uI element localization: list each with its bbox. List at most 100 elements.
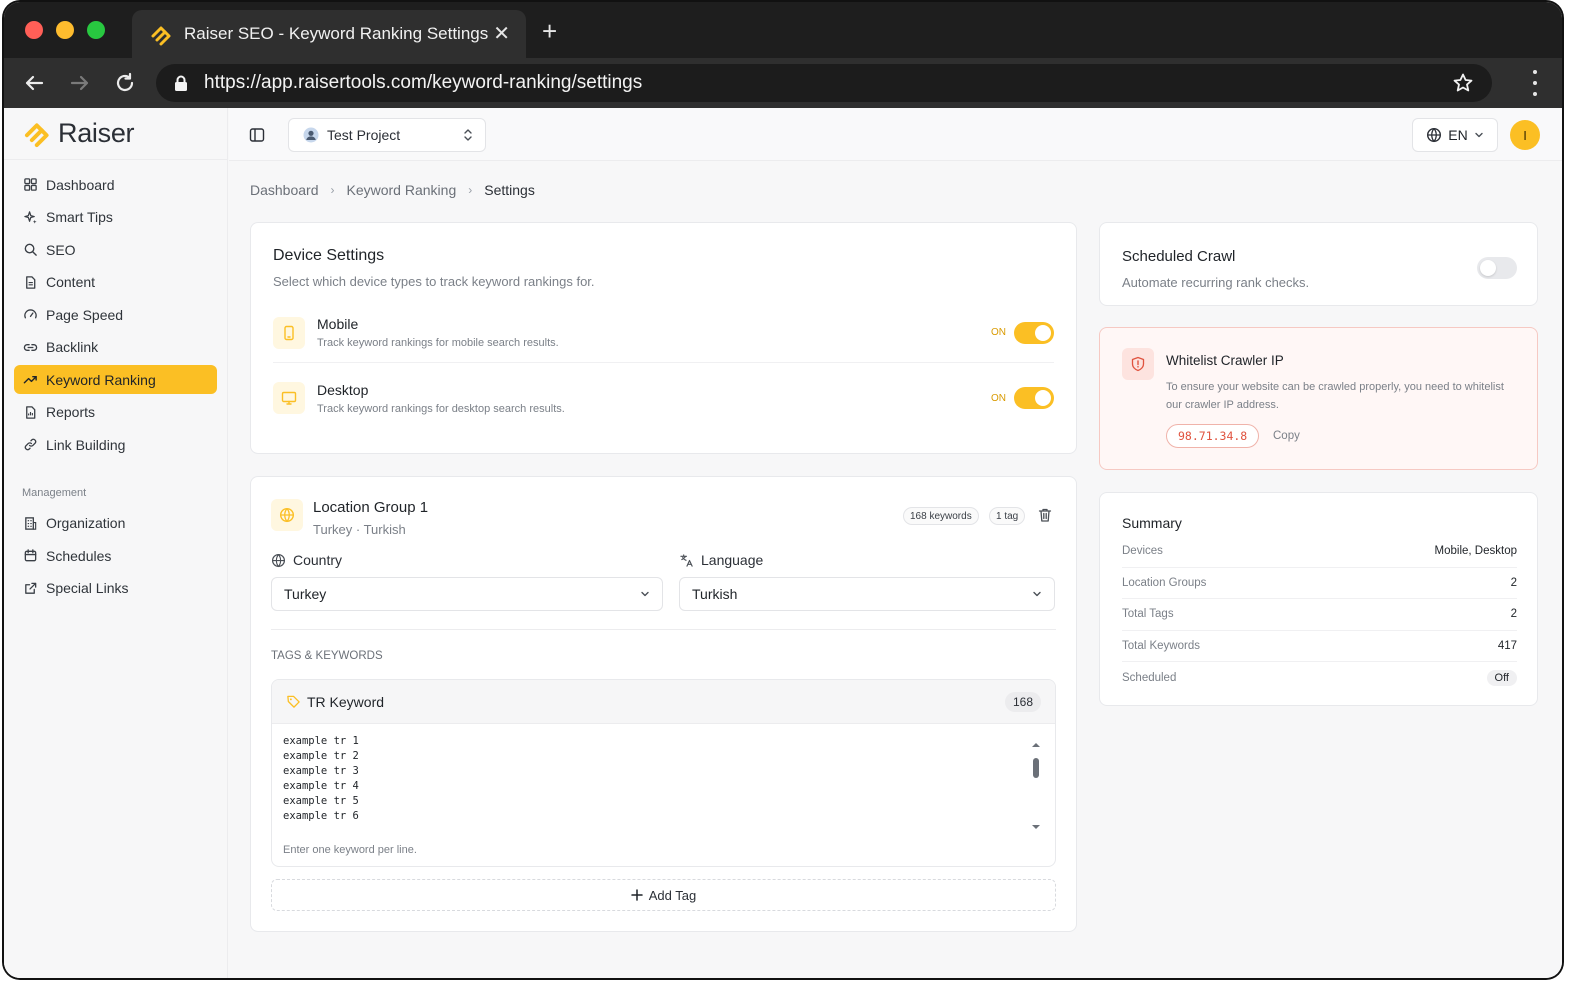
scheduled-crawl-toggle[interactable] xyxy=(1477,257,1517,279)
sidebar-item-label: Reports xyxy=(46,404,96,420)
device-settings-title: Device Settings xyxy=(273,247,385,264)
summary-row-location-groups: Location Groups 2 xyxy=(1122,568,1517,599)
sidebar-item-organization[interactable]: Organization xyxy=(14,509,217,538)
browser-menu-icon[interactable] xyxy=(1530,70,1540,96)
sidebar-item-link-building[interactable]: Link Building xyxy=(14,430,217,459)
breadcrumb-keyword-ranking[interactable]: Keyword Ranking xyxy=(347,182,457,198)
sidebar-section-management: Management xyxy=(22,486,87,499)
browser-window: Raiser SEO - Keyword Ranking Settings ✕ … xyxy=(4,2,1562,978)
maximize-window-button[interactable] xyxy=(87,21,105,39)
location-group-title: Location Group 1 xyxy=(313,499,429,516)
sidebar-item-keyword-ranking[interactable]: Keyword Ranking xyxy=(14,365,217,394)
summary-row-devices: Devices Mobile, Desktop xyxy=(1122,536,1517,568)
sidebar-item-label: Schedules xyxy=(46,547,112,564)
sidebar-item-dashboard[interactable]: Dashboard xyxy=(14,170,217,199)
breadcrumb-dashboard[interactable]: Dashboard xyxy=(250,182,319,198)
scheduled-crawl-subtitle: Automate recurring rank checks. xyxy=(1122,275,1310,290)
mobile-toggle[interactable] xyxy=(1014,321,1054,344)
new-tab-button[interactable]: + xyxy=(542,18,557,44)
device-row-mobile: Mobile Track keyword rankings for mobile… xyxy=(273,303,1054,363)
project-selector[interactable]: Test Project xyxy=(288,118,486,152)
sidebar-item-label: Content xyxy=(46,274,96,290)
url-text: https://app.raisertools.com/keyword-rank… xyxy=(204,72,643,93)
sidebar-item-smart-tips[interactable]: Smart Tips xyxy=(14,203,217,232)
country-select[interactable]: Turkey xyxy=(271,577,663,611)
browser-toolbar: https://app.raisertools.com/keyword-rank… xyxy=(4,58,1562,108)
address-bar[interactable]: https://app.raisertools.com/keyword-rank… xyxy=(156,64,1492,102)
location-group-subtitle: Turkey · Turkish xyxy=(313,522,406,537)
chain-icon xyxy=(24,438,37,451)
summary-card: Summary Devices Mobile, Desktop Location… xyxy=(1099,492,1538,706)
desktop-toggle[interactable] xyxy=(1014,387,1054,409)
browser-tab[interactable]: Raiser SEO - Keyword Ranking Settings ✕ xyxy=(132,10,526,58)
location-group-card: Location Group 1 Turkey · Turkish 168 ke… xyxy=(250,476,1077,932)
tag-header: TR Keyword 168 xyxy=(272,680,1055,724)
project-avatar-icon xyxy=(303,127,319,143)
language-select[interactable]: Turkish xyxy=(679,577,1055,611)
arrow-right-icon xyxy=(70,75,89,91)
toggle-state-label: ON xyxy=(991,327,1006,338)
forward-button[interactable] xyxy=(67,70,93,96)
language-selector[interactable]: EN xyxy=(1412,118,1498,152)
building-icon xyxy=(25,516,37,530)
device-text: Mobile Track keyword rankings for mobile… xyxy=(317,316,991,349)
arrow-left-icon xyxy=(25,75,44,91)
sidebar-item-schedules[interactable]: Schedules xyxy=(14,541,217,570)
country-label-text: Country xyxy=(293,552,343,568)
sidebar-item-backlink[interactable]: Backlink xyxy=(14,333,217,362)
sidebar-item-label: Dashboard xyxy=(46,176,115,193)
sidebar-toggle-icon[interactable] xyxy=(249,127,265,143)
sidebar-item-label: Link Building xyxy=(46,436,126,453)
chevron-up-down-icon xyxy=(464,129,472,141)
add-tag-button[interactable]: Add Tag xyxy=(271,879,1056,911)
sidebar-item-seo[interactable]: SEO xyxy=(14,235,217,264)
calendar-icon xyxy=(24,549,37,562)
star-icon[interactable] xyxy=(1452,72,1474,94)
trash-icon[interactable] xyxy=(1037,507,1053,523)
sidebar-item-label: Organization xyxy=(46,515,126,531)
keywords-textarea[interactable]: example tr 1 example tr 2 example tr 3 e… xyxy=(272,724,1055,828)
sidebar-item-page-speed[interactable]: Page Speed xyxy=(14,300,217,329)
close-tab-icon[interactable]: ✕ xyxy=(493,24,510,44)
sidebar-item-reports[interactable]: Reports xyxy=(14,398,217,427)
keywords-hint: Enter one keyword per line. xyxy=(283,844,417,856)
device-settings-subtitle: Select which device types to track keywo… xyxy=(273,274,595,289)
whitelist-title: Whitelist Crawler IP xyxy=(1166,353,1284,368)
country-value: Turkey xyxy=(284,586,327,602)
tab-title: Raiser SEO - Keyword Ranking Settings xyxy=(184,24,489,43)
language-code: EN xyxy=(1448,127,1468,143)
sidebar-nav: Dashboard Smart Tips SEO Content Page Sp… xyxy=(4,160,227,603)
minimize-window-button[interactable] xyxy=(56,21,74,39)
chevron-down-icon xyxy=(1475,132,1483,138)
device-desc: Track keyword rankings for mobile search… xyxy=(317,337,559,349)
globe-icon xyxy=(271,553,286,567)
divider xyxy=(271,629,1056,630)
location-globe-icon xyxy=(271,499,303,531)
toggle-state-label: ON xyxy=(991,392,1006,404)
scrollbar[interactable] xyxy=(1029,740,1043,832)
search-icon xyxy=(24,243,37,256)
close-window-button[interactable] xyxy=(25,21,43,39)
sidebar-item-content[interactable]: Content xyxy=(14,268,217,297)
sidebar-item-special-links[interactable]: Special Links xyxy=(14,574,217,603)
summary-value: 2 xyxy=(1510,608,1517,621)
chevron-down-icon xyxy=(1033,591,1041,597)
back-button[interactable] xyxy=(21,70,47,96)
summary-key: Scheduled xyxy=(1122,671,1177,684)
summary-value: Off xyxy=(1486,669,1517,686)
tags-count-badge: 1 tag xyxy=(989,507,1026,525)
language-label: Language xyxy=(679,552,763,568)
summary-value: 2 xyxy=(1510,576,1517,589)
scheduled-crawl-card: Scheduled Crawl Automate recurring rank … xyxy=(1099,222,1538,306)
device-text: Desktop Track keyword rankings for deskt… xyxy=(317,382,991,415)
summary-list: Devices Mobile, Desktop Location Groups … xyxy=(1122,536,1517,694)
country-label: Country xyxy=(271,552,342,568)
chevron-right-icon: › xyxy=(468,183,473,197)
user-avatar[interactable]: I xyxy=(1510,120,1540,150)
reload-button[interactable] xyxy=(112,70,138,96)
brand[interactable]: Raiser xyxy=(4,108,227,160)
tags-keywords-section-title: TAGS & KEYWORDS xyxy=(271,650,383,662)
app: Raiser Dashboard Smart Tips SEO Content xyxy=(4,108,1562,978)
copy-ip-button[interactable]: Copy xyxy=(1273,430,1300,442)
sidebar-item-label: Keyword Ranking xyxy=(46,371,156,388)
